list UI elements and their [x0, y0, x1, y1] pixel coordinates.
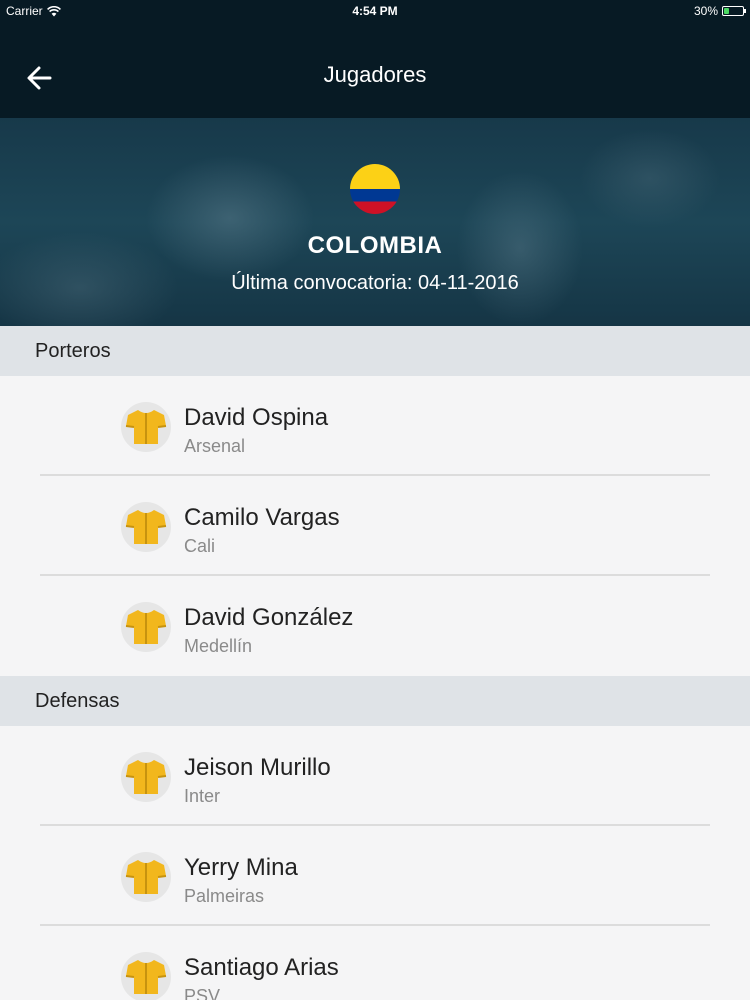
player-name: Santiago Arias — [184, 954, 339, 981]
player-club: Arsenal — [184, 436, 246, 456]
list-item[interactable]: David Ospina Arsenal — [0, 376, 750, 476]
colombia-flag-icon — [350, 164, 400, 214]
player-name: David Ospina — [184, 404, 329, 431]
player-club: Cali — [184, 536, 216, 556]
player-list[interactable]: Porteros David Ospina Arsenal Camilo Var… — [0, 326, 750, 1000]
player-club: PSV — [184, 986, 221, 1000]
section-goalkeepers: Porteros David Ospina Arsenal Camilo Var… — [0, 326, 750, 676]
status-bar: Carrier 4:54 PM 30% — [0, 0, 750, 22]
battery-icon — [722, 6, 746, 16]
player-name: Yerry Mina — [184, 854, 298, 881]
battery-fill — [724, 8, 730, 14]
battery-percent: 30% — [693, 4, 718, 18]
jersey-icon — [121, 852, 171, 902]
team-name: COLOMBIA — [307, 232, 443, 259]
jersey-icon — [121, 952, 171, 1000]
last-call-date: Última convocatoria: 04-11-2016 — [231, 272, 519, 294]
nav-bar: Jugadores — [0, 22, 750, 118]
list-item[interactable]: Jeison Murillo Inter — [0, 726, 750, 826]
jersey-icon — [121, 402, 171, 452]
player-club: Inter — [184, 786, 221, 806]
list-item[interactable]: Santiago Arias PSV — [0, 926, 750, 1000]
list-item[interactable]: Camilo Vargas Cali — [0, 476, 750, 576]
page-title: Jugadores — [323, 62, 427, 87]
list-item[interactable]: Yerry Mina Palmeiras — [0, 826, 750, 926]
clock: 4:54 PM — [352, 4, 398, 18]
team-header: COLOMBIA Última convocatoria: 04-11-2016 — [0, 118, 750, 326]
player-club: Medellín — [184, 636, 253, 656]
section-header: Porteros — [0, 326, 750, 376]
player-name: Camilo Vargas — [184, 504, 340, 531]
player-name: Jeison Murillo — [184, 754, 331, 781]
section-defenders: Defensas Jeison Murillo Inter Yerry Mina… — [0, 676, 750, 1000]
section-header: Defensas — [0, 676, 750, 726]
player-name: David González — [184, 604, 354, 631]
battery-info: 30% — [693, 4, 746, 18]
jersey-icon — [121, 752, 171, 802]
player-club: Palmeiras — [184, 886, 265, 906]
list-item[interactable]: David González Medellín — [0, 576, 750, 676]
jersey-icon — [121, 602, 171, 652]
jersey-icon — [121, 502, 171, 552]
